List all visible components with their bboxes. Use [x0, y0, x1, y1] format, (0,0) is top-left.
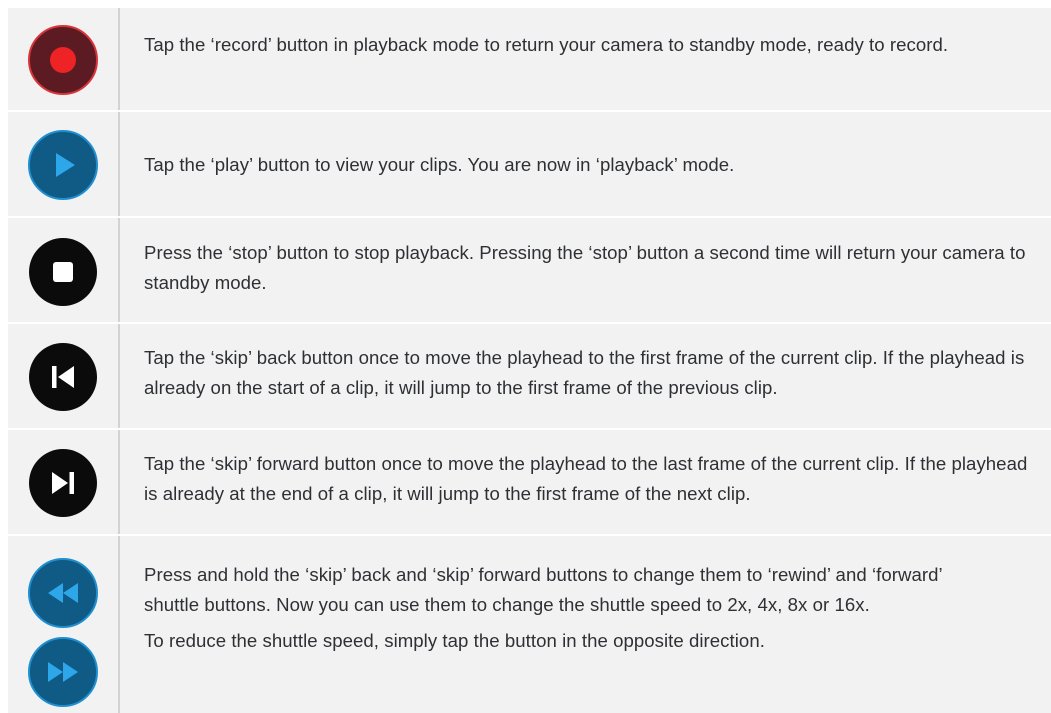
table-row-shuttle: Press and hold the ‘skip’ back and ‘skip…: [8, 536, 1051, 713]
table-row-stop: Press the ‘stop’ button to stop playback…: [8, 218, 1051, 324]
stop-icon: [28, 237, 98, 307]
fast-forward-icon: [28, 637, 98, 707]
icon-cell: [8, 8, 118, 110]
skip-back-description: Tap the ‘skip’ back button once to move …: [144, 343, 1037, 403]
description-text: Tap the ‘skip’ back button once to move …: [144, 347, 1025, 398]
button-reference-table: Tap the ‘record’ button in playback mode…: [8, 8, 1051, 713]
icon-cell: [8, 112, 118, 216]
play-description: Tap the ‘play’ button to view your clips…: [144, 150, 1037, 180]
icon-cell: [8, 324, 118, 428]
description-text-secondary: To reduce the shuttle speed, simply tap …: [144, 630, 765, 651]
table-row-skip-forward: Tap the ‘skip’ forward button once to mo…: [8, 430, 1051, 536]
table-row-play: Tap the ‘play’ button to view your clips…: [8, 112, 1051, 218]
play-icon: [28, 130, 98, 200]
icon-cell: [8, 218, 118, 322]
description-text: Tap the ‘play’ button to view your clips…: [144, 154, 735, 175]
rewind-icon: [28, 558, 98, 628]
description-text: Press and hold the ‘skip’ back and ‘skip…: [144, 564, 942, 615]
description-text: Tap the ‘skip’ forward button once to mo…: [144, 453, 1028, 504]
icon-cell: [8, 536, 118, 713]
skip-forward-description: Tap the ‘skip’ forward button once to mo…: [144, 449, 1037, 509]
record-description: Tap the ‘record’ button in playback mode…: [144, 30, 1037, 60]
table-row-record: Tap the ‘record’ button in playback mode…: [8, 8, 1051, 112]
stop-description: Press the ‘stop’ button to stop playback…: [144, 238, 1037, 298]
description-text: Tap the ‘record’ button in playback mode…: [144, 34, 949, 55]
skip-back-icon: [28, 342, 98, 412]
icon-cell: [8, 430, 118, 534]
record-icon: [28, 25, 98, 95]
shuttle-description: Press and hold the ‘skip’ back and ‘skip…: [144, 560, 981, 656]
table-row-skip-back: Tap the ‘skip’ back button once to move …: [8, 324, 1051, 430]
description-text: Press the ‘stop’ button to stop playback…: [144, 242, 1026, 293]
skip-forward-icon: [28, 448, 98, 518]
